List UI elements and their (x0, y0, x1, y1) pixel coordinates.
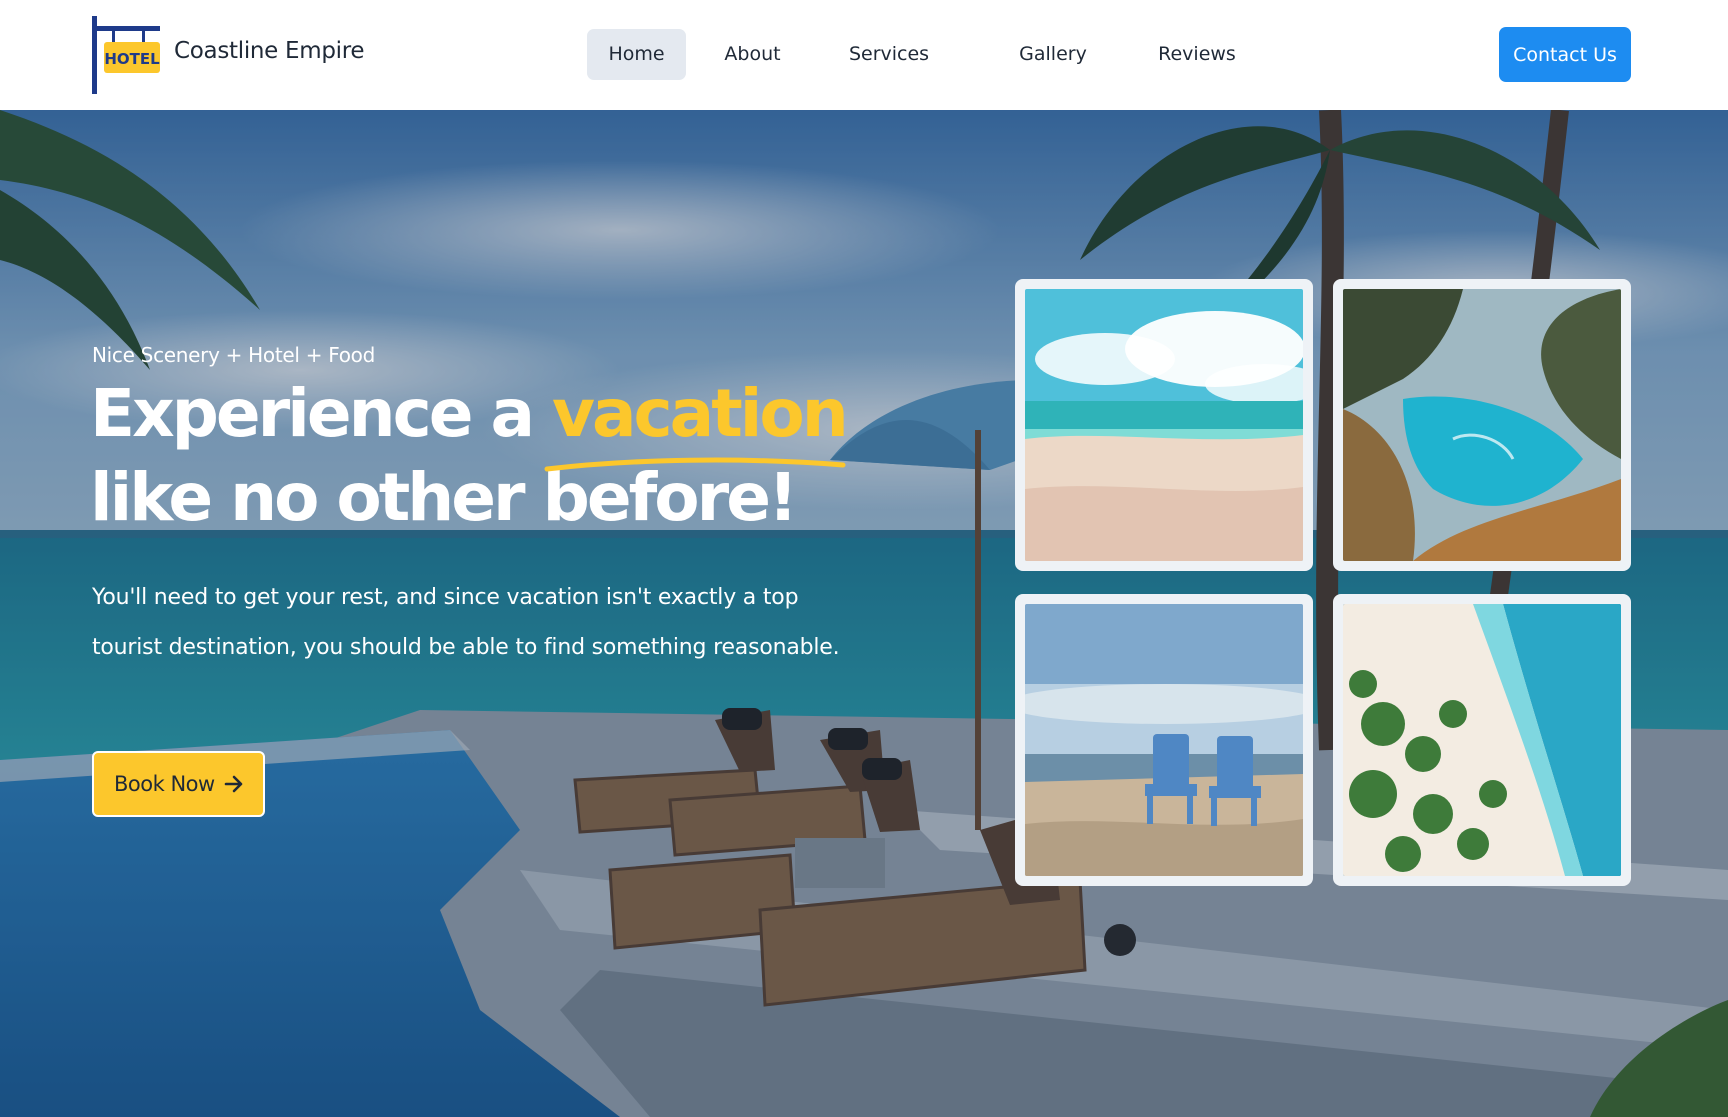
headline-part1: Experience a (90, 375, 552, 452)
beach-clouds-photo (1025, 289, 1303, 561)
arrow-right-icon (223, 773, 245, 800)
coastal-cove-photo (1343, 289, 1621, 561)
aerial-beach-photo (1343, 604, 1621, 876)
nav-reviews[interactable]: Reviews (1151, 29, 1243, 80)
headline-underline-decoration (544, 457, 846, 472)
nav-about[interactable]: About (715, 29, 790, 80)
gallery-tile-aerial-beach[interactable] (1333, 594, 1631, 886)
logo-text: HOTEL (104, 50, 160, 68)
gallery-tile-beach-chairs[interactable] (1015, 594, 1313, 886)
nav-services[interactable]: Services (841, 29, 937, 80)
gallery-tile-beach-clouds[interactable] (1015, 279, 1313, 571)
book-now-label: Book Now (114, 772, 215, 796)
gallery-tile-coastal-cove[interactable] (1333, 279, 1631, 571)
brand-name[interactable]: Coastline Empire (174, 38, 365, 64)
hotel-sign-icon[interactable]: HOTEL (92, 16, 170, 94)
contact-us-button[interactable]: Contact Us (1499, 27, 1631, 82)
site-header: HOTEL Coastline Empire Home About Servic… (0, 0, 1728, 110)
nav-home[interactable]: Home (587, 29, 686, 80)
hero-description: You'll need to get your rest, and since … (92, 585, 840, 660)
nav-gallery[interactable]: Gallery (1010, 29, 1096, 80)
book-now-button[interactable]: Book Now (92, 751, 265, 817)
hero-section: Nice Scenery + Hotel + Food Experience a… (0, 110, 1728, 1117)
headline-highlight: vacation (551, 375, 849, 452)
hero-tagline: Nice Scenery + Hotel + Food (92, 343, 375, 367)
beach-chairs-photo (1025, 604, 1303, 876)
